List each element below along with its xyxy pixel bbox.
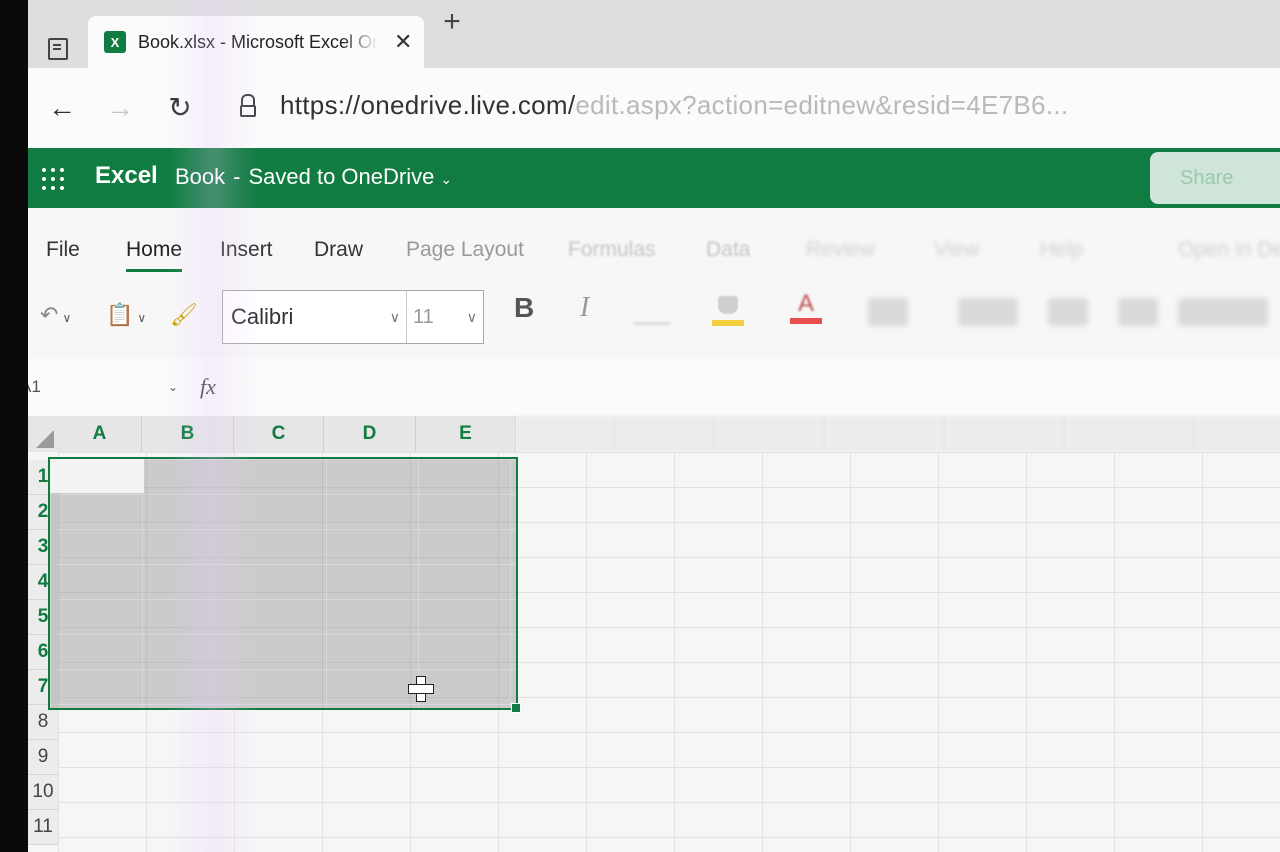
tab-file[interactable]: File — [46, 238, 80, 262]
url-main: https://onedrive.live.com/ — [280, 90, 576, 120]
clipboard-icon: 📋 — [106, 302, 134, 327]
app-launcher-icon[interactable] — [42, 168, 64, 190]
reload-icon[interactable]: ↻ — [160, 88, 200, 128]
chevron-down-icon: ∨ — [62, 311, 72, 325]
browser-tab-active[interactable]: X Book.xlsx - Microsoft Excel Online ✕ — [88, 16, 424, 68]
undo-icon: ↶ — [40, 302, 59, 327]
tab-insert[interactable]: Insert — [220, 238, 273, 262]
font-name-dropdown[interactable]: Calibri ∨ — [223, 291, 407, 343]
chevron-down-icon: ⌄ — [440, 171, 453, 187]
row-header-11[interactable]: 11 — [28, 810, 58, 845]
app-name[interactable]: Excel — [95, 162, 158, 190]
tab-data[interactable]: Data — [706, 238, 750, 262]
column-header-a[interactable]: A — [58, 416, 142, 452]
tab-help[interactable]: Help — [1040, 238, 1083, 262]
select-all-button[interactable] — [28, 416, 58, 452]
format-painter-button[interactable]: 🖌 — [170, 302, 198, 328]
row-header-10[interactable]: 10 — [28, 775, 58, 810]
name-box[interactable]: A1 ⌄ — [28, 372, 178, 402]
font-size-value: 11 — [413, 305, 434, 328]
excel-header: Excel Book - Saved to OneDrive ⌄ Share — [28, 148, 1280, 208]
column-header[interactable] — [616, 416, 716, 452]
number-format-button[interactable] — [1178, 298, 1268, 326]
new-tab-icon[interactable]: + — [436, 6, 468, 38]
url-field[interactable]: https://onedrive.live.com/edit.aspx?acti… — [280, 90, 1068, 121]
fill-color-button[interactable] — [712, 292, 744, 332]
save-status: Saved to OneDrive — [248, 164, 435, 189]
document-title[interactable]: Book - Saved to OneDrive ⌄ — [175, 164, 452, 190]
cell-selection[interactable] — [48, 457, 521, 713]
tab-title: Book.xlsx - Microsoft Excel Online — [138, 31, 378, 52]
url-tail: edit.aspx?action=editnew&resid=4E7B6... — [575, 90, 1069, 120]
fill-color-swatch — [712, 320, 744, 326]
column-header[interactable] — [516, 416, 616, 452]
paint-bucket-icon — [718, 296, 738, 314]
selection-gridlines — [50, 459, 516, 708]
name-box-value: A1 — [28, 377, 41, 396]
chevron-down-icon: ∨ — [137, 311, 147, 325]
tab-open-desktop[interactable]: Open in Desktop App — [1178, 238, 1280, 262]
forward-arrow-icon[interactable]: → — [100, 88, 140, 128]
column-header-c[interactable]: C — [234, 416, 324, 452]
ribbon-commands: ↶ ∨ 📋 ∨ 🖌 Calibri ∨ 11 ∨ B I A — [28, 278, 1280, 359]
chevron-down-icon: ⌄ — [167, 380, 178, 394]
title-separator: - — [233, 164, 241, 189]
cell-select-cursor-icon — [408, 676, 434, 702]
column-header[interactable] — [946, 416, 1066, 452]
row-header-9[interactable]: 9 — [28, 740, 58, 775]
font-size-dropdown[interactable]: 11 ∨ — [407, 291, 483, 343]
tab-actions-icon[interactable] — [38, 30, 78, 68]
chevron-down-icon: ∨ — [466, 308, 477, 325]
address-bar: ← → ↻ https://onedrive.live.com/edit.asp… — [28, 68, 1280, 148]
wrap-text-button[interactable] — [1048, 298, 1088, 326]
column-header[interactable] — [826, 416, 946, 452]
merge-button[interactable] — [1118, 298, 1158, 326]
undo-button[interactable]: ↶ ∨ — [40, 302, 71, 328]
tab-draw[interactable]: Draw — [314, 238, 363, 262]
paintbrush-icon: 🖌 — [170, 302, 198, 327]
tab-page-layout[interactable]: Page Layout — [406, 238, 524, 262]
tab-review[interactable]: Review — [806, 238, 875, 262]
back-arrow-icon[interactable]: ← — [42, 88, 82, 128]
formula-bar: A1 ⌄ fx — [28, 358, 1280, 417]
excel-icon: X — [104, 31, 126, 53]
tab-home[interactable]: Home — [126, 238, 183, 272]
column-header-e[interactable]: E — [416, 416, 516, 452]
column-header-d[interactable]: D — [324, 416, 416, 452]
active-cell[interactable] — [50, 459, 144, 493]
share-button[interactable]: Share — [1150, 152, 1280, 204]
ribbon-tabs: File Home Insert Draw Page Layout Formul… — [28, 208, 1280, 278]
font-selector: Calibri ∨ 11 ∨ — [222, 290, 484, 344]
row-header-8[interactable]: 8 — [28, 705, 58, 740]
column-header[interactable] — [1066, 416, 1196, 452]
close-tab-icon[interactable]: ✕ — [394, 29, 412, 55]
font-name-value: Calibri — [231, 304, 294, 329]
browser-tab-strip: X Book.xlsx - Microsoft Excel Online ✕ + — [28, 0, 1280, 68]
fill-handle[interactable] — [511, 703, 521, 713]
doc-name: Book — [175, 164, 226, 189]
screen: X Book.xlsx - Microsoft Excel Online ✕ +… — [28, 0, 1280, 852]
tab-view[interactable]: View — [934, 238, 979, 262]
font-color-button[interactable]: A — [790, 290, 822, 330]
alignment-button[interactable] — [958, 298, 1018, 326]
more-font-options[interactable] — [868, 298, 908, 326]
font-color-letter: A — [797, 290, 814, 317]
column-header-b[interactable]: B — [142, 416, 234, 452]
tab-formulas[interactable]: Formulas — [568, 238, 656, 262]
lock-icon[interactable] — [240, 94, 256, 117]
column-header[interactable] — [716, 416, 826, 452]
font-color-swatch — [790, 318, 822, 324]
column-header[interactable] — [1196, 416, 1280, 452]
function-icon[interactable]: fx — [200, 374, 216, 400]
bold-button[interactable]: B — [514, 292, 534, 324]
italic-button[interactable]: I — [580, 292, 589, 324]
chevron-down-icon: ∨ — [389, 308, 400, 325]
paste-button[interactable]: 📋 ∨ — [106, 302, 146, 328]
underline-button[interactable] — [634, 300, 670, 325]
